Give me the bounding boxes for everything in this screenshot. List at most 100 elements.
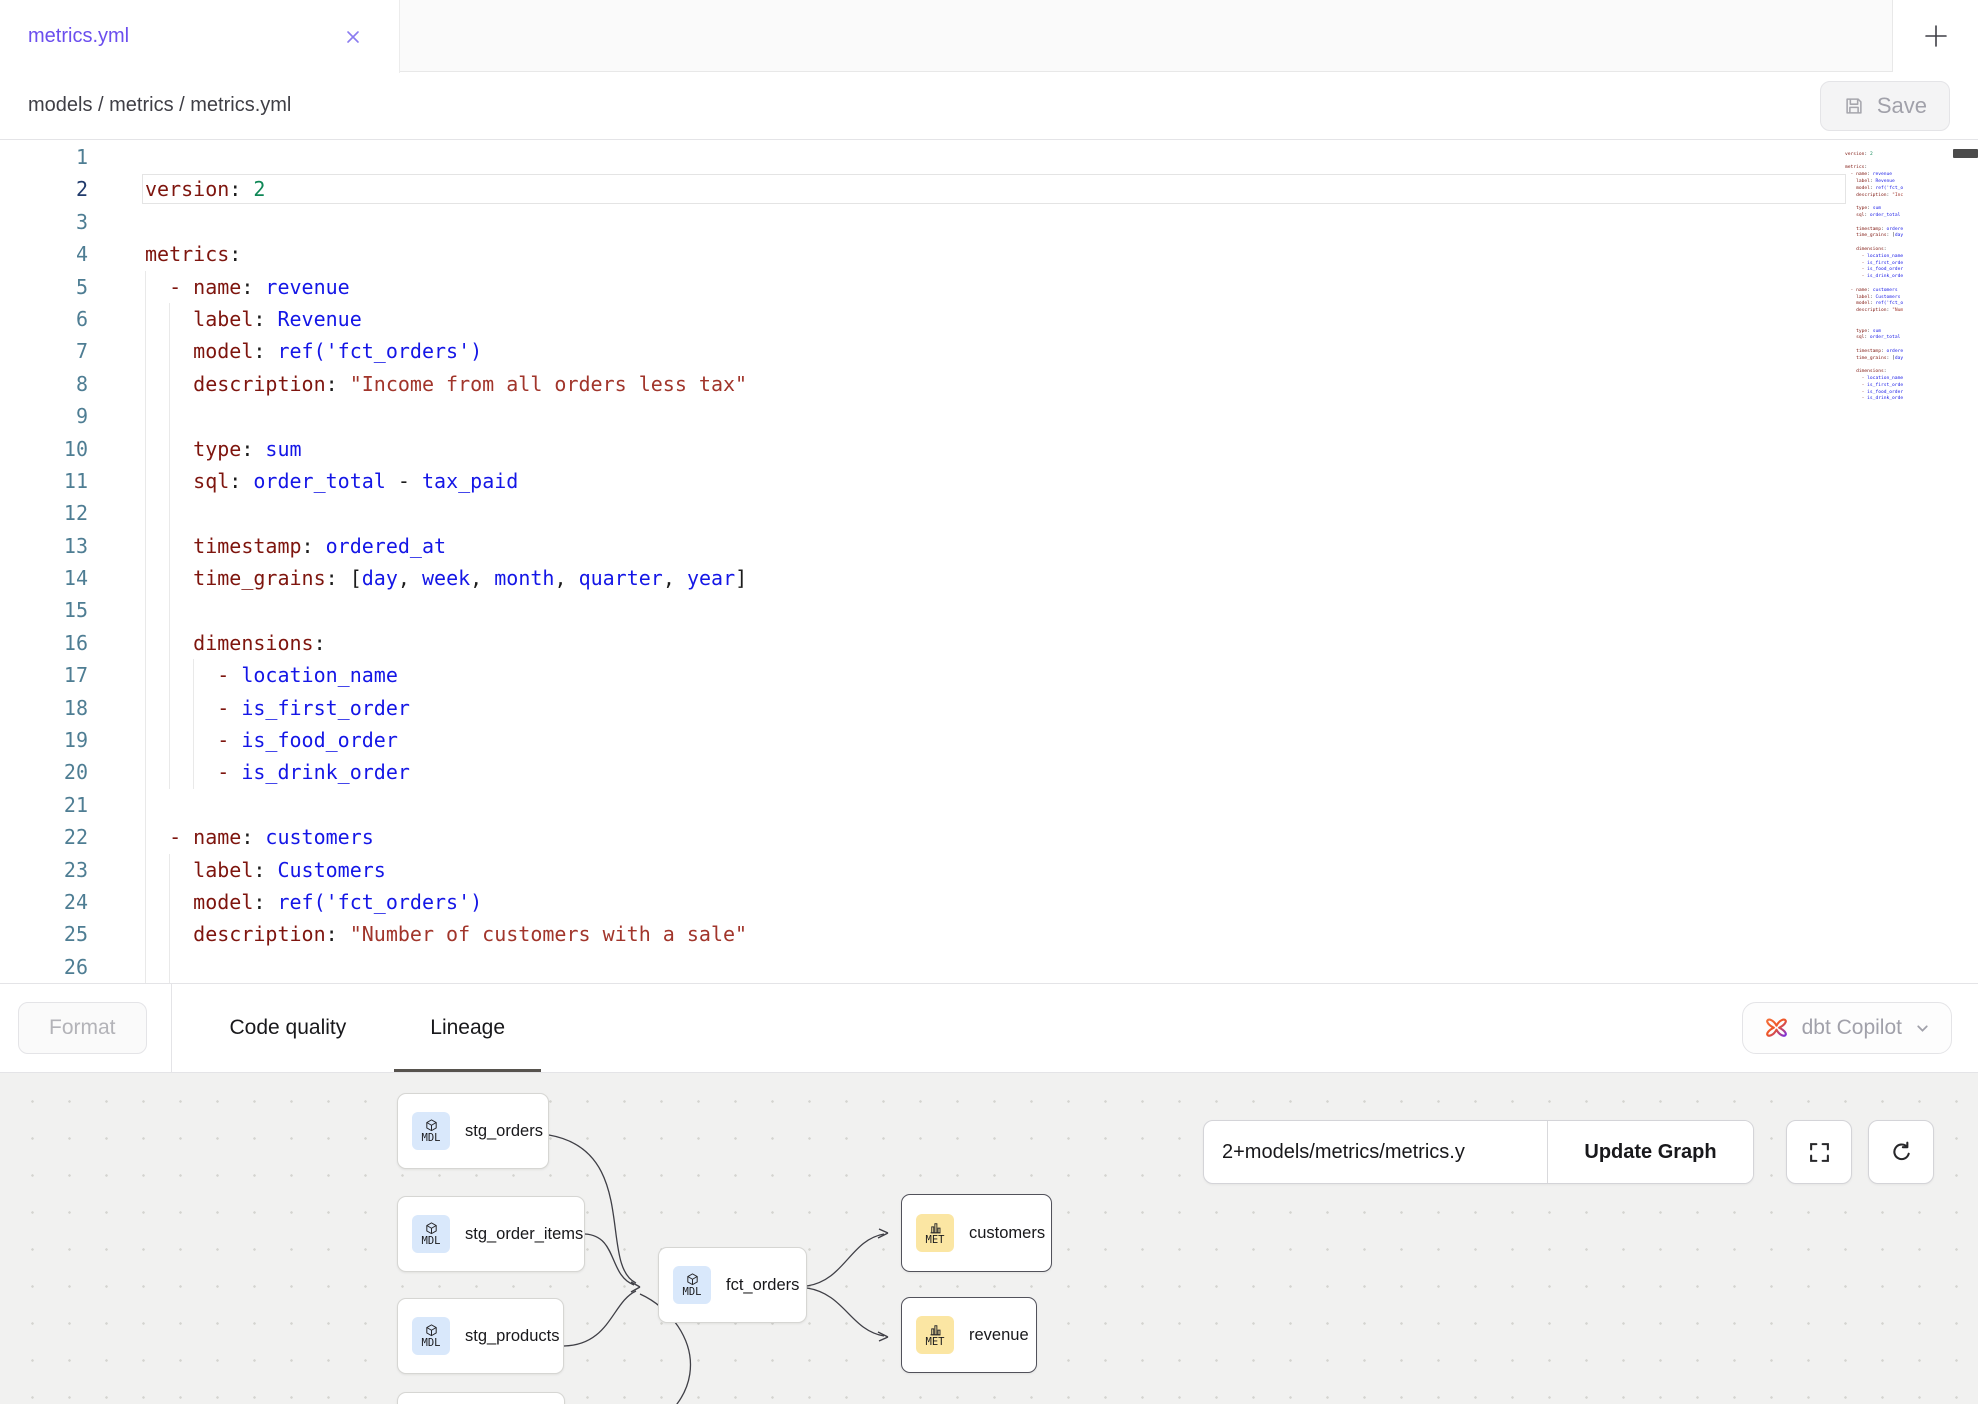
lineage-node-fct_orders[interactable]: MDL fct_orders bbox=[658, 1247, 807, 1323]
line-number: 13 bbox=[0, 530, 88, 562]
code-line-1[interactable]: 1 bbox=[0, 141, 1978, 173]
line-number: 19 bbox=[0, 724, 88, 756]
line-text: - name: customers bbox=[145, 821, 374, 853]
code-line-16[interactable]: 16 dimensions: bbox=[0, 627, 1978, 659]
scrollbar-marker[interactable] bbox=[1953, 149, 1978, 158]
minimap-line: - is_drink_order bbox=[1845, 396, 1903, 403]
code-editor[interactable]: 12version: 234metrics:5 - name: revenue6… bbox=[0, 140, 1978, 983]
minimap-line: timestamp: ordered_at bbox=[1845, 349, 1903, 356]
close-icon[interactable] bbox=[343, 27, 363, 47]
line-number: 21 bbox=[0, 789, 88, 821]
minimap-line: - location_name bbox=[1845, 376, 1903, 383]
refresh-button[interactable] bbox=[1868, 1120, 1934, 1184]
fullscreen-icon bbox=[1808, 1141, 1831, 1164]
code-line-12[interactable]: 12 bbox=[0, 497, 1978, 529]
code-line-25[interactable]: 25 description: "Number of customers wit… bbox=[0, 918, 1978, 950]
badge-type-label: MET bbox=[926, 1235, 945, 1246]
dbt-copilot-button[interactable]: dbt Copilot bbox=[1742, 1002, 1952, 1054]
indent-guide bbox=[145, 789, 146, 821]
badge-type-label: MET bbox=[926, 1337, 945, 1348]
new-tab-button[interactable] bbox=[1892, 0, 1978, 72]
lineage-node-partial-node[interactable] bbox=[397, 1392, 565, 1404]
code-line-24[interactable]: 24 model: ref('fct_orders') bbox=[0, 886, 1978, 918]
line-number: 9 bbox=[0, 400, 88, 432]
graph-selector-input[interactable] bbox=[1204, 1121, 1547, 1183]
minimap-line: - name: revenue bbox=[1845, 172, 1903, 179]
badge-type-label: MDL bbox=[422, 1133, 441, 1144]
node-label: stg_products bbox=[465, 1327, 559, 1346]
code-line-3[interactable]: 3 bbox=[0, 206, 1978, 238]
line-number: 11 bbox=[0, 465, 88, 497]
line-number: 6 bbox=[0, 303, 88, 335]
code-line-13[interactable]: 13 timestamp: ordered_at bbox=[0, 530, 1978, 562]
lineage-node-revenue[interactable]: MET revenue bbox=[901, 1297, 1037, 1373]
code-line-17[interactable]: 17 - location_name bbox=[0, 659, 1978, 691]
badge-type-label: MDL bbox=[683, 1287, 702, 1298]
line-number: 7 bbox=[0, 335, 88, 367]
minimap-line: label: Revenue bbox=[1845, 179, 1903, 186]
format-button[interactable]: Format bbox=[18, 1002, 147, 1054]
node-label: revenue bbox=[969, 1326, 1029, 1345]
code-line-21[interactable]: 21 bbox=[0, 789, 1978, 821]
panel-tabs: Code qualityLineage bbox=[188, 984, 548, 1072]
lineage-node-customers[interactable]: METcustomers bbox=[901, 1194, 1052, 1272]
line-text: description: "Number of customers with a… bbox=[145, 918, 747, 950]
line-text: type: sum bbox=[145, 433, 302, 465]
code-line-10[interactable]: 10 type: sum bbox=[0, 433, 1978, 465]
minimap-line: - is_drink_order bbox=[1845, 274, 1903, 281]
code-line-7[interactable]: 7 model: ref('fct_orders') bbox=[0, 335, 1978, 367]
code-line-2[interactable]: 2version: 2 bbox=[0, 173, 1978, 205]
code-line-18[interactable]: 18 - is_first_order bbox=[0, 692, 1978, 724]
code-line-5[interactable]: 5 - name: revenue bbox=[0, 271, 1978, 303]
copilot-icon bbox=[1763, 1015, 1790, 1042]
line-number: 22 bbox=[0, 821, 88, 853]
minimap-line bbox=[1845, 342, 1903, 349]
lineage-node-stg_order_items[interactable]: MDLstg_order_items bbox=[397, 1196, 585, 1272]
code-line-15[interactable]: 15 bbox=[0, 594, 1978, 626]
lineage-node-stg_orders[interactable]: MDLstg_orders bbox=[397, 1093, 549, 1169]
minimap-line: metrics: bbox=[1845, 165, 1903, 172]
minimap-line: version: 2 bbox=[1845, 152, 1903, 159]
minimap-line: dimensions: bbox=[1845, 247, 1903, 254]
tab-metrics-yml[interactable]: metrics.yml bbox=[0, 0, 400, 73]
model-icon: MDL bbox=[412, 1215, 450, 1253]
lineage-node-stg_products[interactable]: MDLstg_products bbox=[397, 1298, 564, 1374]
copilot-label: dbt Copilot bbox=[1802, 1016, 1902, 1040]
metric-icon: MET bbox=[916, 1316, 954, 1354]
ide-window: metrics.yml models / metrics / metrics.y… bbox=[0, 0, 1978, 1404]
code-line-11[interactable]: 11 sql: order_total - tax_paid bbox=[0, 465, 1978, 497]
line-number: 1 bbox=[0, 141, 88, 173]
code-line-20[interactable]: 20 - is_drink_order bbox=[0, 756, 1978, 788]
fullscreen-button[interactable] bbox=[1786, 1120, 1852, 1184]
code-line-26[interactable]: 26 bbox=[0, 951, 1978, 983]
code-line-23[interactable]: 23 label: Customers bbox=[0, 854, 1978, 886]
minimap-line: time_grains: [day, week, month, quarter,… bbox=[1845, 356, 1903, 363]
line-text: timestamp: ordered_at bbox=[145, 530, 446, 562]
code-line-22[interactable]: 22 - name: customers bbox=[0, 821, 1978, 853]
update-graph-button[interactable]: Update Graph bbox=[1547, 1121, 1753, 1183]
tab-bar: metrics.yml bbox=[0, 0, 1978, 72]
code-line-4[interactable]: 4metrics: bbox=[0, 238, 1978, 270]
breadcrumb-row: models / metrics / metrics.yml Save bbox=[0, 72, 1978, 140]
line-text: - is_food_order bbox=[145, 724, 398, 756]
line-number: 4 bbox=[0, 238, 88, 270]
line-number: 14 bbox=[0, 562, 88, 594]
line-text: dimensions: bbox=[145, 627, 326, 659]
indent-guide bbox=[145, 400, 146, 432]
code-line-8[interactable]: 8 description: "Income from all orders l… bbox=[0, 368, 1978, 400]
minimap-line: sql: order_total - tax_paid bbox=[1845, 335, 1903, 342]
line-text: model: ref('fct_orders') bbox=[145, 886, 482, 918]
code-line-19[interactable]: 19 - is_food_order bbox=[0, 724, 1978, 756]
node-label: fct_orders bbox=[726, 1276, 799, 1295]
panel-tab-code-quality[interactable]: Code quality bbox=[188, 984, 389, 1072]
line-text: description: "Income from all orders les… bbox=[145, 368, 747, 400]
panel-tab-lineage[interactable]: Lineage bbox=[388, 984, 547, 1072]
line-text: - location_name bbox=[145, 659, 398, 691]
code-line-14[interactable]: 14 time_grains: [day, week, month, quart… bbox=[0, 562, 1978, 594]
code-line-9[interactable]: 9 bbox=[0, 400, 1978, 432]
lineage-canvas[interactable]: MDLstg_ordersMDLstg_order_itemsMDLstg_pr… bbox=[0, 1073, 1978, 1404]
save-button[interactable]: Save bbox=[1820, 81, 1950, 131]
code-line-6[interactable]: 6 label: Revenue bbox=[0, 303, 1978, 335]
minimap[interactable]: version: 2 metrics: - name: revenue label… bbox=[1845, 145, 1903, 445]
line-number: 10 bbox=[0, 433, 88, 465]
